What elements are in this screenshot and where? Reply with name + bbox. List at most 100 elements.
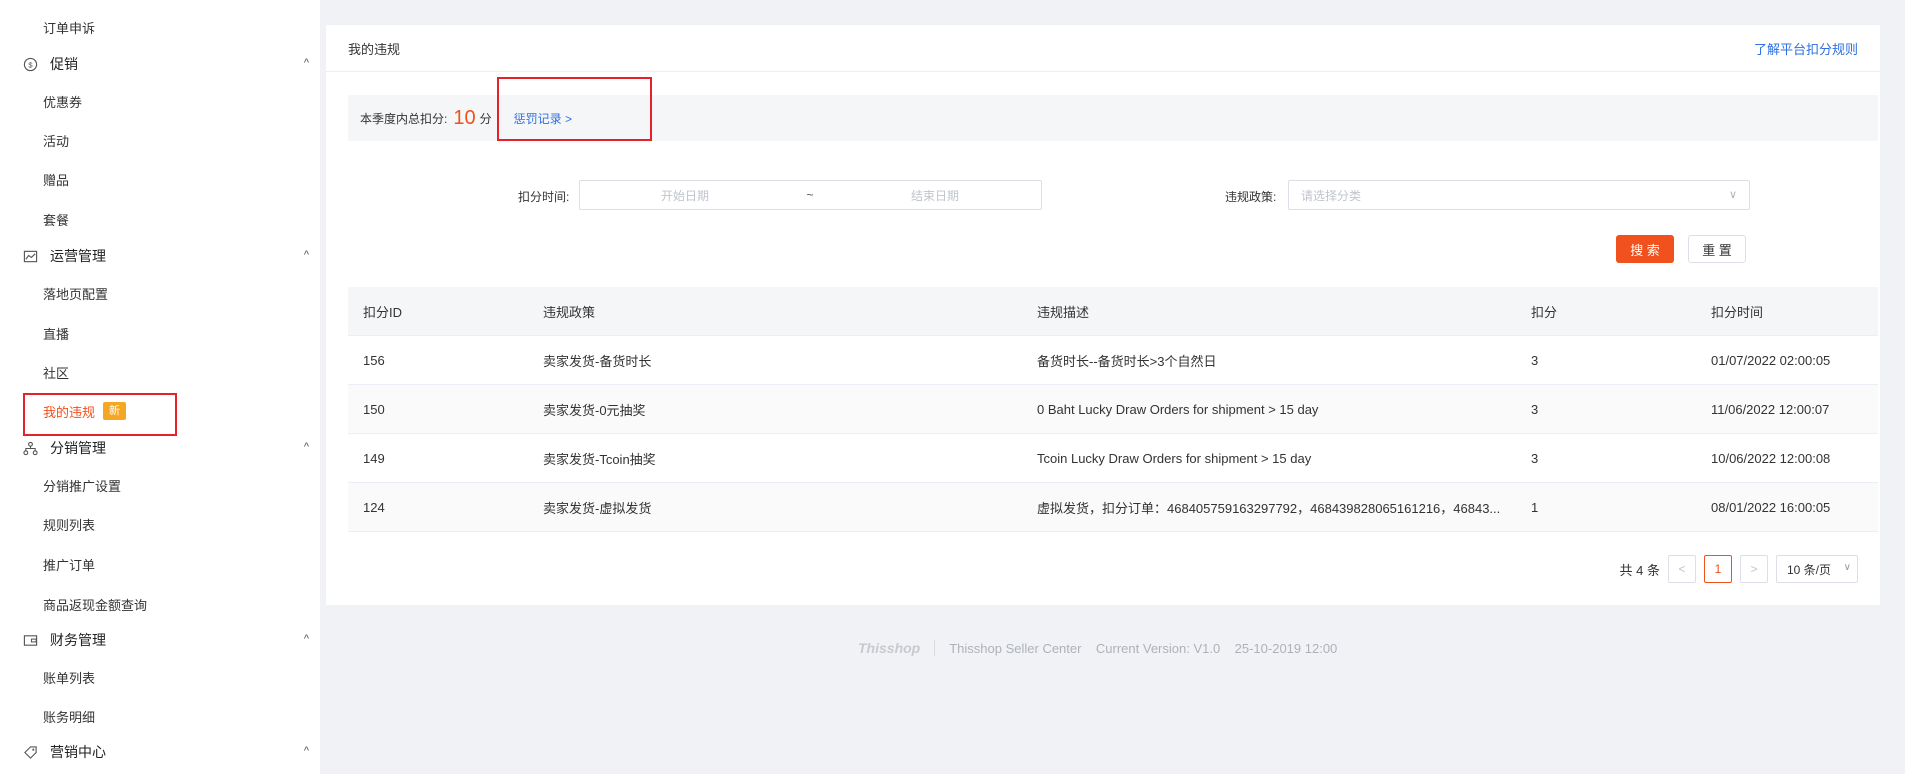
sidebar-group-label: 分销管理 bbox=[50, 440, 106, 456]
sidebar-group-label: 营销中心 bbox=[50, 744, 106, 760]
time-filter-label: 扣分时间: bbox=[518, 190, 570, 204]
cell-points: 3 bbox=[1531, 450, 1539, 466]
chevron-up-icon: ^ bbox=[303, 249, 309, 261]
sidebar-item-landing[interactable]: 落地页配置 bbox=[0, 278, 320, 308]
chevron-up-icon: ^ bbox=[303, 57, 309, 69]
cell-points: 3 bbox=[1531, 352, 1539, 368]
highlight-box bbox=[23, 393, 177, 436]
cell-policy: 卖家发货-虚拟发货 bbox=[543, 500, 652, 516]
thisshop-logo: Thisshop bbox=[858, 640, 921, 656]
table-row: 124 卖家发货-虚拟发货 虚拟发货，扣分订单：4684057591632977… bbox=[348, 483, 1878, 532]
sidebar-item-coupon[interactable]: 优惠券 bbox=[0, 86, 320, 116]
sidebar-item-label: 直播 bbox=[43, 326, 70, 342]
page-size-select[interactable]: 10 条/页 ∨ bbox=[1776, 555, 1858, 583]
sidebar-group-market[interactable]: 营销中心 ^ bbox=[0, 737, 320, 767]
sidebar-item-live[interactable]: 直播 bbox=[0, 318, 320, 348]
cell-id: 150 bbox=[363, 401, 385, 417]
promo-icon: $ bbox=[22, 56, 38, 72]
sidebar-group-label: 运营管理 bbox=[50, 248, 106, 264]
sidebar-item-gift[interactable]: 赠品 bbox=[0, 164, 320, 194]
sidebar-item-order-appeal[interactable]: 订单申诉 bbox=[0, 12, 320, 42]
search-button[interactable]: 搜 索 bbox=[1616, 235, 1674, 263]
table-row: 149 卖家发货-Tcoin抽奖 Tcoin Lucky Draw Orders… bbox=[348, 434, 1878, 483]
cell-policy: 卖家发货-备货时长 bbox=[543, 353, 652, 369]
cell-policy: 卖家发货-0元抽奖 bbox=[543, 402, 646, 418]
cell-description: 0 Baht Lucky Draw Orders for shipment > … bbox=[1037, 401, 1319, 417]
sidebar-item-account-detail[interactable]: 账务明细 bbox=[0, 701, 320, 731]
chevron-up-icon: ^ bbox=[303, 633, 309, 645]
table-row: 156 卖家发货-备货时长 备货时长--备货时长>3个自然日 3 01/07/2… bbox=[348, 336, 1878, 385]
next-page-button[interactable]: > bbox=[1740, 555, 1768, 583]
cell-id: 149 bbox=[363, 450, 385, 466]
footer-text: Thisshop Seller Center Current Version: … bbox=[949, 640, 1338, 656]
sidebar-group-ops[interactable]: 运营管理 ^ bbox=[0, 241, 320, 271]
policy-select-placeholder: 请选择分类 bbox=[1301, 188, 1362, 203]
col-header: 违规政策 bbox=[543, 304, 596, 320]
summary-label: 本季度内总扣分: bbox=[360, 111, 448, 126]
chart-icon bbox=[22, 248, 38, 264]
chevron-up-icon: ^ bbox=[303, 745, 309, 757]
start-date-input[interactable]: 开始日期 bbox=[580, 187, 790, 204]
sidebar-item-dist-settings[interactable]: 分销推广设置 bbox=[0, 470, 320, 500]
policy-select[interactable]: 请选择分类 ∨ bbox=[1288, 180, 1750, 210]
cell-time: 08/01/2022 16:00:05 bbox=[1711, 499, 1831, 515]
cell-time: 10/06/2022 12:00:08 bbox=[1711, 450, 1831, 466]
violations-table: 扣分ID 违规政策 违规描述 扣分 扣分时间 156 卖家发货-备货时长 备货时… bbox=[348, 287, 1878, 532]
svg-text:$: $ bbox=[28, 60, 33, 69]
sidebar-group-promo[interactable]: $ 促销 ^ bbox=[0, 49, 320, 79]
sidebar-item-label: 落地页配置 bbox=[43, 286, 109, 302]
page-1-button[interactable]: 1 bbox=[1704, 555, 1732, 583]
page-size-value: 10 条/页 bbox=[1787, 562, 1832, 577]
sidebar-item-label: 账单列表 bbox=[43, 670, 96, 686]
page-footer: Thisshop Thisshop Seller Center Current … bbox=[858, 640, 1337, 656]
sidebar-item-rule-list[interactable]: 规则列表 bbox=[0, 509, 320, 539]
points-unit: 分 bbox=[479, 111, 492, 126]
page-title: 我的违规 bbox=[348, 41, 401, 57]
sidebar-item-activity[interactable]: 活动 bbox=[0, 125, 320, 155]
date-range-picker[interactable]: 开始日期 ~ 结束日期 bbox=[579, 180, 1042, 210]
prev-page-button[interactable]: < bbox=[1668, 555, 1696, 583]
sidebar-item-label: 订单申诉 bbox=[43, 20, 96, 36]
policy-filter-label: 违规政策: bbox=[1225, 190, 1277, 204]
sidebar-item-community[interactable]: 社区 bbox=[0, 357, 320, 387]
sidebar-group-finance[interactable]: 财务管理 ^ bbox=[0, 625, 320, 655]
sidebar-item-label: 套餐 bbox=[43, 212, 70, 228]
col-header: 扣分时间 bbox=[1711, 304, 1764, 320]
chevron-down-icon: ∨ bbox=[1843, 562, 1851, 573]
cell-description: 备货时长--备货时长>3个自然日 bbox=[1037, 353, 1217, 369]
rules-link[interactable]: 了解平台扣分规则 bbox=[1754, 39, 1858, 58]
sidebar-item-label: 规则列表 bbox=[43, 517, 96, 533]
total-count: 共 4 条 bbox=[1619, 562, 1660, 578]
chevron-down-icon: ∨ bbox=[1728, 189, 1737, 201]
sidebar-item-bill-list[interactable]: 账单列表 bbox=[0, 662, 320, 692]
sidebar-item-promo-orders[interactable]: 推广订单 bbox=[0, 549, 320, 579]
sidebar-item-label: 推广订单 bbox=[43, 557, 96, 573]
total-points: 10 bbox=[453, 106, 476, 129]
wallet-icon bbox=[22, 632, 38, 648]
sidebar: 订单申诉 $ 促销 ^ 优惠券 活动 赠品 套餐 运营管理 ^ 落地页配置 直播… bbox=[0, 0, 320, 774]
cell-description: 虚拟发货，扣分订单：468405759163297792，46843982806… bbox=[1037, 500, 1501, 516]
tag-icon bbox=[22, 744, 38, 760]
sidebar-item-label: 账务明细 bbox=[43, 709, 96, 725]
sidebar-group-label: 财务管理 bbox=[50, 632, 106, 648]
reset-button[interactable]: 重 置 bbox=[1688, 235, 1746, 263]
sidebar-item-label: 社区 bbox=[43, 365, 70, 381]
sidebar-item-label: 分销推广设置 bbox=[43, 478, 122, 494]
main-panel: 我的违规 了解平台扣分规则 本季度内总扣分: 10 分 惩罚记录 > 扣分时间:… bbox=[326, 25, 1880, 605]
sidebar-item-label: 活动 bbox=[43, 133, 70, 149]
sidebar-item-label: 赠品 bbox=[43, 172, 70, 188]
end-date-input[interactable]: 结束日期 bbox=[830, 187, 1040, 204]
sidebar-item-cashback[interactable]: 商品返现金额查询 bbox=[0, 589, 320, 619]
chevron-up-icon: ^ bbox=[303, 441, 309, 453]
date-separator: ~ bbox=[806, 188, 814, 202]
pagination: 共 4 条 < 1 > 10 条/页 ∨ bbox=[1620, 555, 1858, 583]
highlight-box bbox=[497, 77, 652, 141]
cell-time: 11/06/2022 12:00:07 bbox=[1711, 401, 1830, 417]
cell-time: 01/07/2022 02:00:05 bbox=[1711, 352, 1831, 368]
sidebar-item-bundle[interactable]: 套餐 bbox=[0, 204, 320, 234]
network-icon bbox=[22, 440, 38, 456]
table-header: 扣分ID 违规政策 违规描述 扣分 扣分时间 bbox=[348, 287, 1878, 336]
sidebar-group-dist[interactable]: 分销管理 ^ bbox=[0, 433, 320, 463]
sidebar-group-label: 促销 bbox=[50, 56, 78, 72]
col-header: 扣分 bbox=[1531, 304, 1558, 320]
